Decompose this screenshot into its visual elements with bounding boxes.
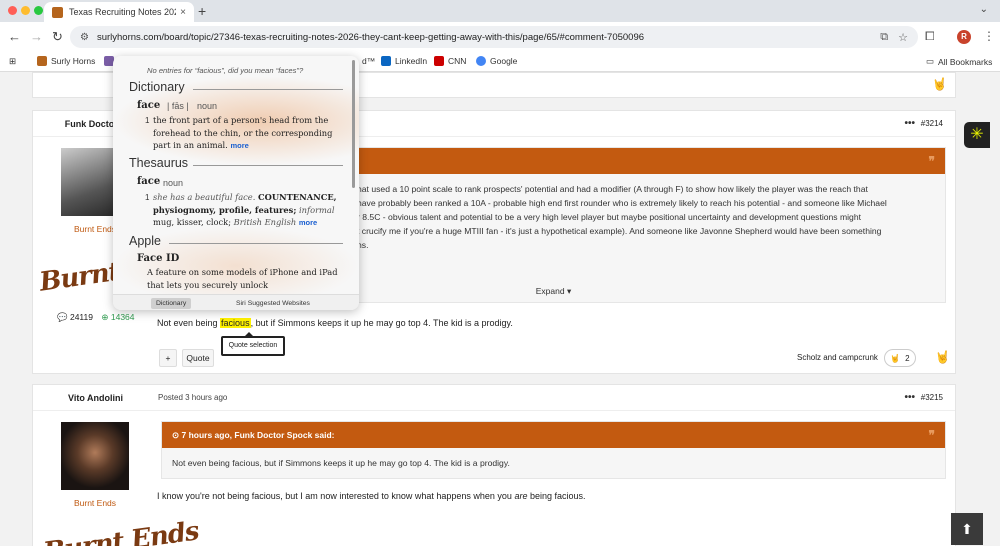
bookmark-star-icon[interactable]: ☆ — [898, 31, 908, 44]
bookmark-cnn[interactable]: CNN — [434, 56, 466, 66]
linkedin-icon — [381, 56, 391, 66]
quote-button[interactable]: Quote — [182, 349, 214, 367]
post-author[interactable]: Vito Andolini — [33, 385, 158, 410]
tab-close-icon[interactable]: × — [180, 7, 186, 18]
comment-icon: 💬 — [57, 312, 68, 322]
tab-search-icon[interactable]: ⌄ — [980, 4, 988, 15]
chevron-down-icon: ▾ — [566, 286, 572, 296]
post-number[interactable]: #3214 — [921, 111, 943, 137]
tab-dictionary[interactable]: Dictionary — [151, 298, 192, 309]
tab-siri-suggested-websites[interactable]: Siri Suggested Websites — [231, 298, 315, 309]
section-divider — [193, 165, 343, 166]
google-icon — [476, 56, 486, 66]
multiquote-plus-button[interactable]: + — [159, 349, 177, 367]
reaction-users[interactable]: Scholz and campcrunk — [797, 353, 878, 362]
all-bookmarks[interactable]: ▭ All Bookmarks — [926, 56, 992, 67]
reaction-count-pill[interactable]: 🤘 2 — [884, 349, 916, 367]
highlighted-word[interactable]: facious — [220, 318, 251, 328]
section-divider — [193, 89, 343, 90]
thesaurus-entry: she has a beautiful face. COUNTENANCE, p… — [153, 192, 337, 227]
browser-toolbar: ← → ↻ ⚙ surlyhorns.com/board/topic/27346… — [0, 22, 1000, 52]
horns-react-icon[interactable]: 🤘 — [935, 350, 950, 364]
quote-selection-button[interactable]: Quote selection — [221, 336, 285, 356]
browser-menu-icon[interactable]: ⋮ — [983, 29, 995, 43]
site-favicon-icon — [52, 6, 63, 18]
maximize-window-button[interactable] — [34, 6, 43, 15]
post-body: I know you're not being facious, but I a… — [157, 491, 586, 501]
quote-mark-icon: ❞ — [928, 154, 935, 168]
post-menu-icon[interactable]: ••• — [904, 385, 915, 411]
bookmark-trademark[interactable]: d™ — [362, 56, 375, 66]
forward-icon[interactable]: → — [30, 29, 43, 44]
minimize-window-button[interactable] — [21, 6, 30, 15]
reputation-icon: ⊕ — [101, 312, 109, 322]
new-tab-button[interactable]: + — [198, 3, 206, 19]
site-info-icon[interactable]: ⚙ — [80, 32, 89, 43]
section-dictionary-title: Dictionary — [129, 80, 185, 94]
folder-icon: ▭ — [926, 56, 935, 66]
post-3215: Vito Andolini Posted 3 hours ago ••• #32… — [32, 384, 956, 546]
post-menu-icon[interactable]: ••• — [904, 111, 915, 137]
thesaurus-pos: noun — [163, 178, 184, 188]
thesaurus-number: 1 — [145, 193, 150, 202]
quote-body: Not even being facious, but if Simmons k… — [172, 458, 510, 468]
extensions-icon[interactable]: ⧠ — [925, 29, 935, 44]
reload-icon[interactable]: ↻ — [52, 29, 63, 45]
scroll-to-top-button[interactable]: ⬆ — [951, 513, 983, 545]
horns-reaction-icon: 🤘 — [890, 353, 901, 363]
lookup-suggestion-note: No entries for “facious”, did you mean “… — [147, 66, 304, 75]
install-icon[interactable]: ⧉ — [880, 31, 888, 44]
reputation-count: 14364 — [110, 312, 135, 322]
pronunciation: | fās | — [167, 101, 189, 111]
browser-tab[interactable]: Texas Recruiting Notes 2026 × — [44, 2, 194, 22]
post-number[interactable]: #3215 — [921, 385, 943, 411]
close-window-button[interactable] — [8, 6, 17, 15]
quote-block: ⊙ 7 hours ago, Funk Doctor Spock said: ❞… — [161, 421, 946, 479]
bookmark-google[interactable]: Google — [476, 56, 517, 66]
dictionary-headword: face — [137, 100, 161, 111]
user-rank: Burnt Ends — [73, 498, 117, 508]
cnn-icon — [434, 56, 444, 66]
quote-header: ⊙ 7 hours ago, Funk Doctor Spock said: ❞ — [162, 422, 945, 448]
apple-entry-text: A feature on some models of iPhone and i… — [147, 267, 338, 290]
accessibility-tool-icon[interactable]: ✳ — [964, 122, 990, 148]
section-apple-title: Apple — [129, 234, 161, 248]
popover-scrollbar[interactable] — [352, 60, 355, 188]
url-text: surlyhorns.com/board/topic/27346-texas-r… — [96, 31, 645, 43]
post-header: Vito Andolini Posted 3 hours ago ••• #32… — [33, 385, 955, 411]
quote-attribution[interactable]: 7 hours ago, Funk Doctor Spock said: — [181, 430, 334, 440]
horns-icon[interactable]: 🤘 — [932, 77, 947, 91]
post-body: Not even being facious, but if Simmons k… — [157, 318, 513, 328]
popover-footer: Dictionary Siri Suggested Websites — [113, 294, 359, 310]
apple-entry-title: Face ID — [137, 253, 180, 264]
thesaurus-headword: face — [137, 176, 161, 187]
arrow-up-icon: ⬆ — [961, 521, 973, 537]
section-divider — [169, 243, 343, 244]
definition-number: 1 — [145, 116, 150, 125]
bookmark-surly-horns[interactable]: Surly Horns — [37, 56, 95, 66]
post-count: 24119 — [69, 312, 93, 322]
surly-horns-icon — [37, 56, 47, 66]
avatar[interactable] — [61, 422, 129, 490]
tab-title: Texas Recruiting Notes 2026 — [69, 7, 177, 17]
bookmark-linkedin[interactable]: LinkedIn — [381, 56, 427, 66]
burnt-ends-logo: Burnt Ends — [41, 516, 201, 546]
apps-grid-icon[interactable]: ⊞ — [9, 56, 16, 67]
quote-mark-icon: ❞ — [928, 428, 935, 442]
tab-strip: Texas Recruiting Notes 2026 × + ⌄ — [0, 0, 1000, 22]
part-of-speech: noun — [197, 101, 218, 111]
dictionary-lookup-popover: No entries for “facious”, did you mean “… — [113, 56, 359, 310]
section-thesaurus-title: Thesaurus — [129, 156, 189, 170]
more-link[interactable]: more — [299, 218, 317, 227]
back-icon[interactable]: ← — [8, 29, 21, 44]
profile-avatar[interactable]: R — [957, 30, 971, 44]
more-link[interactable]: more — [230, 141, 248, 150]
definition-text: the front part of a person's head from t… — [153, 115, 333, 150]
address-bar[interactable]: ⚙ surlyhorns.com/board/topic/27346-texas… — [70, 26, 918, 48]
post-timestamp: Posted 3 hours ago — [158, 393, 228, 402]
user-stats: 💬 24119 ⊕ 14364 — [57, 312, 135, 323]
